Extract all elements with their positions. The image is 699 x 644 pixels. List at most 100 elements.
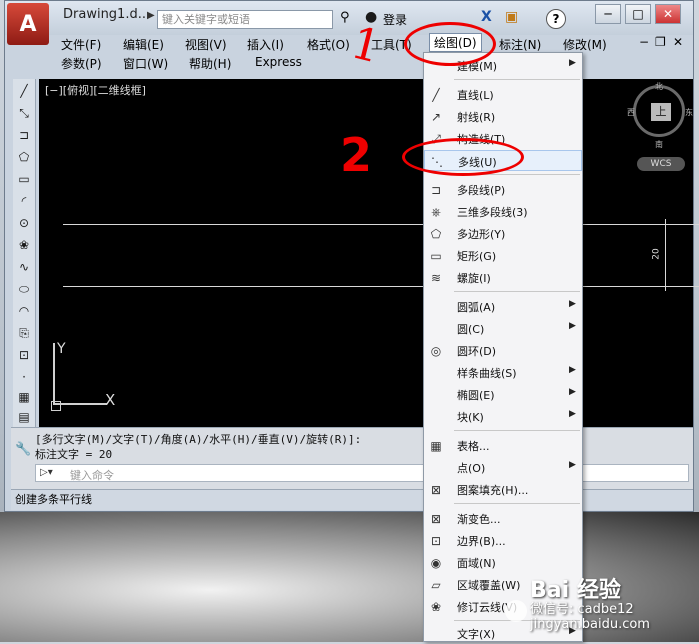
- compass-north[interactable]: 北: [655, 81, 663, 92]
- menu-view[interactable]: 视图(V): [185, 36, 227, 53]
- autocad-window: A Drawing1.d... ▶ 键入关键字或短语 ⚲ ● 登录 X ▣ ? …: [4, 0, 699, 512]
- insert-block-tool-icon[interactable]: ⎘: [16, 325, 32, 341]
- compass-south[interactable]: 南: [655, 139, 663, 150]
- application-menu-button[interactable]: A: [7, 3, 49, 45]
- wcs-menu-button[interactable]: WCS: [637, 157, 685, 171]
- hatch-tool-icon[interactable]: ▦: [16, 389, 32, 405]
- polyline-icon: ⊐: [430, 183, 442, 197]
- 3dpoly-icon: ⎈: [431, 205, 441, 219]
- blank-icon: [428, 409, 444, 425]
- annotation-circle-mline: [402, 138, 524, 176]
- gradient-tool-icon[interactable]: ▤: [16, 409, 32, 425]
- menu-item-helix[interactable]: ≋ 螺旋(I): [424, 267, 582, 288]
- lock-icon[interactable]: ▣: [505, 9, 518, 25]
- maximize-button[interactable]: □: [625, 4, 651, 24]
- exchange-icon[interactable]: X: [481, 9, 492, 25]
- point-tool-icon[interactable]: ·: [16, 369, 32, 385]
- menu-item-label: 三维多段线(3): [457, 206, 528, 219]
- menu-window[interactable]: 窗口(W): [123, 55, 168, 72]
- menu-format[interactable]: 格式(O): [307, 36, 350, 53]
- menu-parametric[interactable]: 参数(P): [61, 55, 102, 72]
- menu-item-label: 面域(N): [457, 557, 496, 570]
- menu-separator: [454, 430, 580, 431]
- menu-item-donut[interactable]: ◎ 圆环(D): [424, 340, 582, 361]
- menu-item-hatch[interactable]: ⊠ 图案填充(H)...: [424, 479, 582, 500]
- ucs-origin-icon: [51, 401, 61, 411]
- circle-tool-icon[interactable]: ⊙: [16, 215, 32, 231]
- menu-separator: [454, 291, 580, 292]
- arc-tool-icon[interactable]: ◜: [16, 193, 32, 209]
- make-block-tool-icon[interactable]: ⊡: [16, 347, 32, 363]
- status-bar: 创建多条平行线: [11, 489, 693, 510]
- command-prompt-icon[interactable]: ▷▾: [40, 467, 53, 478]
- menu-item-arc[interactable]: 圆弧(A) ▶: [424, 296, 582, 317]
- minimize-button[interactable]: ─: [595, 4, 621, 24]
- doc-close-icon[interactable]: ✕: [673, 35, 683, 49]
- compass-east[interactable]: 东: [685, 107, 693, 118]
- command-input[interactable]: ▷▾ 键入命令: [35, 464, 689, 482]
- quick-access-arrow-icon[interactable]: ▶: [147, 10, 157, 24]
- close-button[interactable]: ✕: [655, 4, 681, 24]
- viewport-controls-label[interactable]: [−][俯视][二维线框]: [45, 82, 146, 98]
- menu-item-spline[interactable]: 样条曲线(S) ▶: [424, 362, 582, 383]
- menu-item-polygon[interactable]: ⬠ 多边形(Y): [424, 223, 582, 244]
- submenu-arrow-icon: ▶: [569, 460, 576, 470]
- menu-file[interactable]: 文件(F): [61, 36, 101, 53]
- menu-separator: [454, 79, 580, 80]
- menu-item-rectangle[interactable]: ▭ 矩形(G): [424, 245, 582, 266]
- doc-restore-icon[interactable]: ❐: [655, 35, 666, 49]
- help-icon[interactable]: ?: [546, 9, 566, 29]
- menu-item-3dpoly[interactable]: ⎈ 三维多段线(3): [424, 201, 582, 222]
- menu-item-region[interactable]: ◉ 面域(N): [424, 552, 582, 573]
- dimension-text: 20: [651, 248, 662, 260]
- command-window: 🔧 [多行文字(M)/文字(T)/角度(A)/水平(H)/垂直(V)/旋转(R)…: [11, 427, 693, 490]
- search-input[interactable]: 键入关键字或短语: [157, 10, 333, 29]
- menu-dimension[interactable]: 标注(N): [499, 36, 541, 53]
- submenu-arrow-icon: ▶: [569, 321, 576, 331]
- revcloud-icon: ❀: [430, 600, 442, 614]
- donut-icon: ◎: [430, 344, 442, 358]
- polygon-tool-icon[interactable]: ⬠: [16, 149, 32, 165]
- menu-insert[interactable]: 插入(I): [247, 36, 284, 53]
- watermark-site: jingyan.baidu.com: [530, 617, 650, 632]
- menu-item-ellipse[interactable]: 椭圆(E) ▶: [424, 384, 582, 405]
- wrench-icon[interactable]: 🔧: [15, 442, 31, 457]
- menu-edit[interactable]: 编辑(E): [123, 36, 164, 53]
- watermark-wechat: 微信号: cadbe12: [530, 602, 634, 617]
- ellipse-tool-icon[interactable]: ⬭: [16, 281, 32, 297]
- menu-item-gradient[interactable]: ⊠ 渐变色...: [424, 508, 582, 529]
- baidu-paw-icon: [505, 600, 527, 622]
- login-link[interactable]: 登录: [383, 11, 407, 28]
- line-tool-icon[interactable]: ╱: [16, 83, 32, 99]
- doc-minimize-icon[interactable]: −: [639, 35, 649, 49]
- polyline-tool-icon[interactable]: ⊐: [16, 127, 32, 143]
- boundary-icon: ⊡: [430, 534, 442, 548]
- menu-item-block[interactable]: 块(K) ▶: [424, 406, 582, 427]
- ellipse-arc-tool-icon[interactable]: ◠: [16, 303, 32, 319]
- menu-modify[interactable]: 修改(M): [563, 36, 607, 53]
- menu-item-label: 图案填充(H)...: [457, 484, 529, 497]
- menu-item-label: 螺旋(I): [457, 272, 491, 285]
- compass-west[interactable]: 西: [627, 107, 635, 118]
- menu-item-label: 点(O): [457, 462, 486, 475]
- menu-item-ray[interactable]: ↗ 射线(R): [424, 106, 582, 127]
- menu-item-table[interactable]: ▦ 表格...: [424, 435, 582, 456]
- viewcube-top-face[interactable]: 上: [651, 103, 671, 121]
- menu-express[interactable]: Express: [255, 55, 302, 69]
- blank-icon: [428, 365, 444, 381]
- rectangle-tool-icon[interactable]: ▭: [16, 171, 32, 187]
- menu-help[interactable]: 帮助(H): [189, 55, 231, 72]
- menu-item-label: 圆弧(A): [457, 301, 496, 314]
- revcloud-tool-icon[interactable]: ❀: [16, 237, 32, 253]
- menu-item-label: 多段线(P): [457, 184, 506, 197]
- menu-item-point[interactable]: 点(O) ▶: [424, 457, 582, 478]
- xline-tool-icon[interactable]: ⤡: [16, 105, 32, 121]
- menu-item-line[interactable]: ╱ 直线(L): [424, 84, 582, 105]
- menu-item-circle[interactable]: 圆(C) ▶: [424, 318, 582, 339]
- binoculars-icon[interactable]: ⚲: [340, 10, 350, 25]
- region-icon: ◉: [430, 556, 442, 570]
- menu-item-boundary[interactable]: ⊡ 边界(B)...: [424, 530, 582, 551]
- menu-item-polyline[interactable]: ⊐ 多段线(P): [424, 179, 582, 200]
- submenu-arrow-icon: ▶: [569, 387, 576, 397]
- spline-tool-icon[interactable]: ∿: [16, 259, 32, 275]
